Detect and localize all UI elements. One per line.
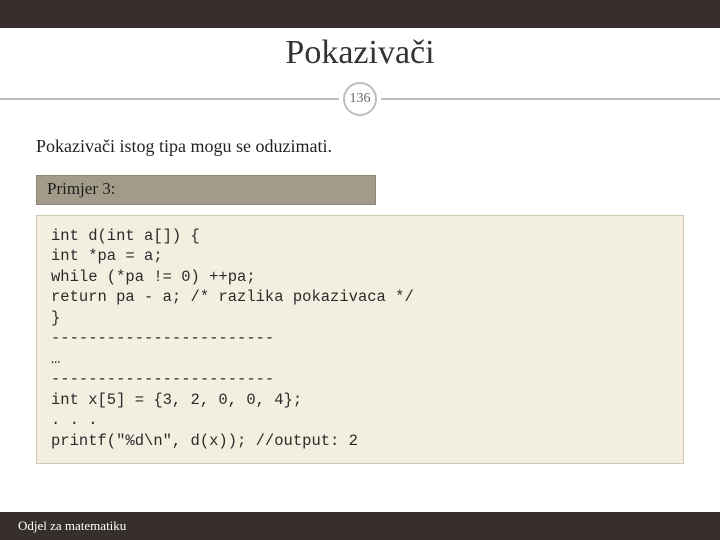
- title-area: Pokazivači: [0, 28, 720, 72]
- footer-text: Odjel za matematiku: [18, 518, 126, 534]
- divider-line-right: [381, 98, 720, 100]
- page-number-badge: 136: [343, 82, 377, 116]
- slide: Pokazivači 136 Pokazivači istog tipa mog…: [0, 0, 720, 540]
- subtitle-text: Pokazivači istog tipa mogu se oduzimati.: [36, 136, 684, 157]
- content-area: Pokazivači istog tipa mogu se oduzimati.…: [0, 116, 720, 464]
- slide-title: Pokazivači: [0, 34, 720, 72]
- example-label: Primjer 3:: [36, 175, 376, 205]
- divider-line-left: [0, 98, 339, 100]
- code-block: int d(int a[]) { int *pa = a; while (*pa…: [36, 215, 684, 464]
- divider-row: 136: [0, 82, 720, 116]
